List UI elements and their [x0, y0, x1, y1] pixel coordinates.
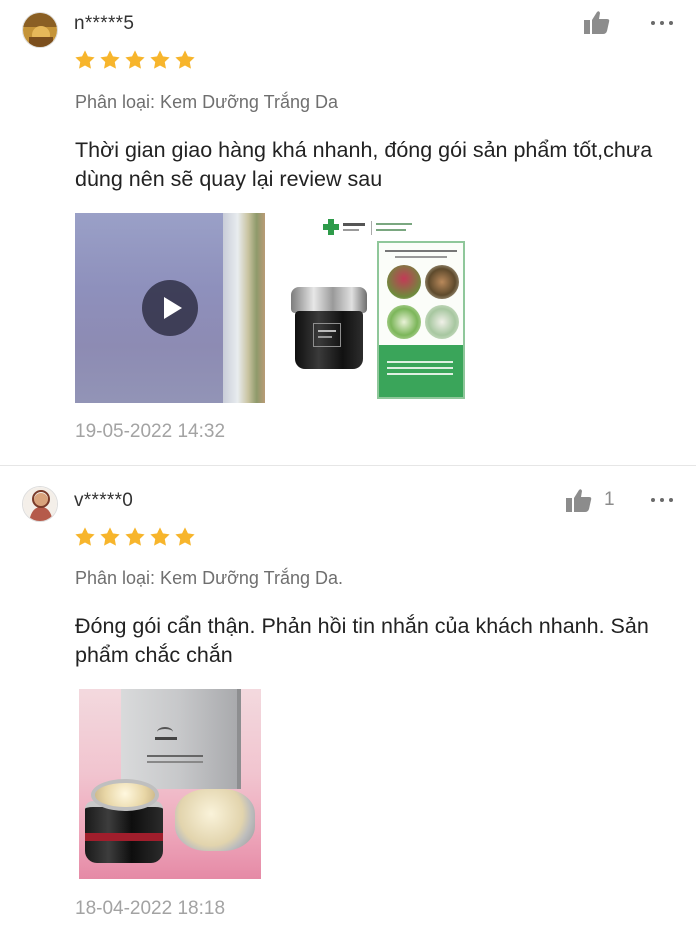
- user-avatar[interactable]: [22, 12, 58, 48]
- ingredient-image: [425, 305, 459, 339]
- star-icon: [175, 50, 195, 69]
- more-options-button[interactable]: [651, 496, 673, 504]
- star-icon: [125, 50, 145, 69]
- more-dot: [669, 21, 673, 25]
- like-count: 1: [604, 489, 615, 510]
- more-dot: [669, 498, 673, 502]
- ingredient-image: [387, 265, 421, 299]
- reviewer-name: n*****5: [74, 13, 135, 34]
- jar-lid-image: [175, 789, 255, 851]
- product-variant: Phân loại: Kem Dưỡng Trắng Da: [75, 92, 338, 112]
- star-icon: [75, 50, 95, 69]
- more-options-icon: [651, 498, 655, 502]
- leaflet-note-graphic: [379, 345, 463, 397]
- review-item: v*****0 1 Phân loại: Kem Dưỡng Trắng Da.…: [0, 466, 696, 936]
- jar-label: [313, 323, 341, 347]
- user-avatar-icon: [23, 487, 57, 521]
- leaflet-heading-graphic: [385, 249, 457, 263]
- review-video-thumbnail[interactable]: [75, 213, 265, 403]
- video-frame-scenery: [223, 213, 265, 403]
- product-variant: Phân loại: Kem Dưỡng Trắng Da.: [75, 568, 343, 588]
- brand-wordmark-graphic: [343, 221, 369, 233]
- brand-cross-logo: [323, 219, 339, 235]
- more-options-icon: [651, 21, 655, 25]
- review-photo-thumbnail[interactable]: [79, 689, 261, 879]
- star-icon: [175, 527, 195, 546]
- more-options-button[interactable]: [651, 19, 673, 27]
- review-timestamp: 18-04-2022 18:18: [75, 898, 226, 919]
- star-icon: [100, 527, 120, 546]
- review-comment: Đóng gói cẩn thận. Phản hồi tin nhắn của…: [75, 614, 649, 667]
- thumbs-up-icon: [566, 489, 592, 512]
- cream-jar-image: [291, 287, 367, 373]
- authentic-seal-graphic: [371, 221, 419, 235]
- play-icon[interactable]: [142, 280, 198, 336]
- product-box-image: [121, 689, 241, 789]
- more-dot: [660, 21, 664, 25]
- jar-stripe: [85, 833, 163, 841]
- review-timestamp: 19-05-2022 14:32: [75, 421, 226, 442]
- user-avatar[interactable]: [22, 486, 58, 522]
- like-button[interactable]: [584, 10, 622, 34]
- box-text-graphic: [147, 755, 203, 757]
- star-rating: [74, 49, 196, 71]
- star-icon: [75, 527, 95, 546]
- product-leaflet-image: [377, 241, 465, 399]
- star-icon: [125, 527, 145, 546]
- jar-lid: [291, 287, 367, 313]
- star-icon: [150, 50, 170, 69]
- jar-cream: [91, 779, 159, 811]
- box-logo-graphic: [151, 727, 181, 741]
- like-button[interactable]: 1: [566, 488, 615, 512]
- cream-jar-image: [81, 775, 167, 867]
- review-item: n*****5 Phân loại: Kem Dưỡng Trắng Da Th…: [0, 0, 696, 466]
- reviewer-name: v*****0: [74, 490, 134, 511]
- review-photo-thumbnail[interactable]: [277, 213, 477, 403]
- star-rating: [74, 526, 196, 548]
- star-icon: [150, 527, 170, 546]
- review-comment: Thời gian giao hàng khá nhanh, đóng gói …: [75, 138, 653, 191]
- ingredient-image: [387, 305, 421, 339]
- user-avatar-icon: [23, 13, 57, 47]
- star-icon: [100, 50, 120, 69]
- thumbs-up-icon: [584, 11, 610, 34]
- ingredient-image: [425, 265, 459, 299]
- more-dot: [660, 498, 664, 502]
